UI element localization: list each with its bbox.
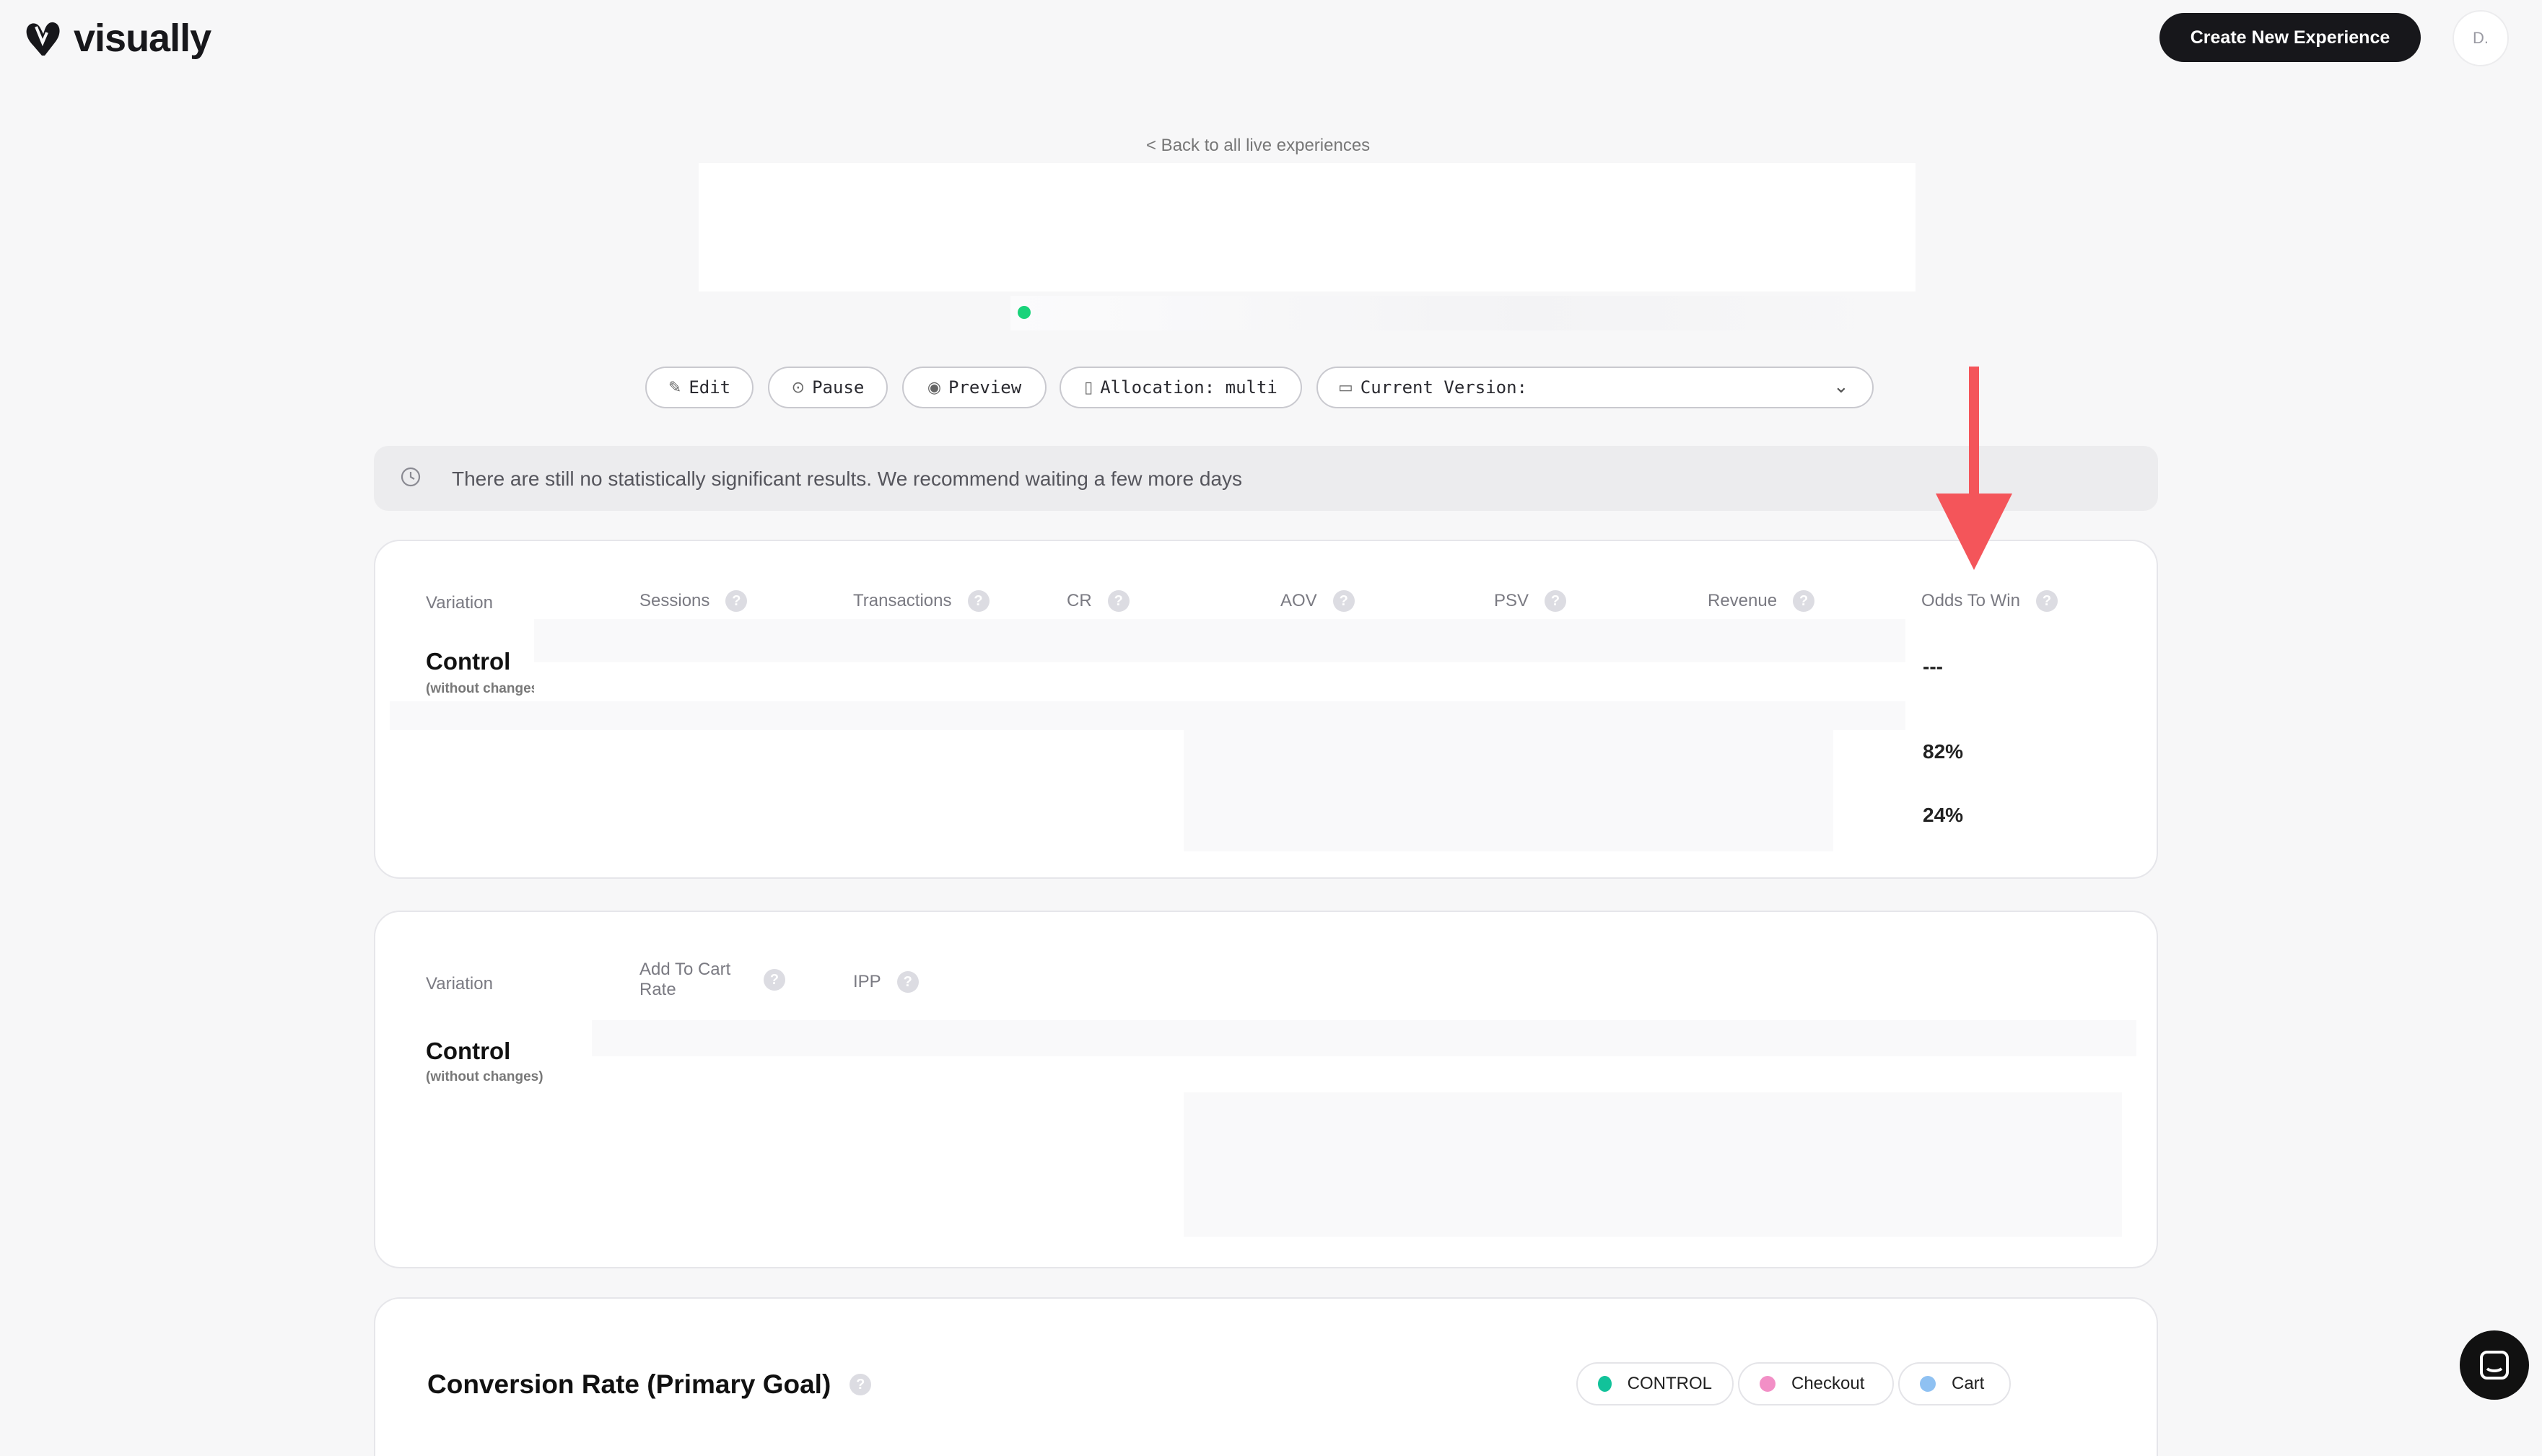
chat-icon — [2480, 1351, 2509, 1380]
preview-button[interactable]: ◉ Preview — [902, 367, 1047, 408]
significance-notice: There are still no statistically signifi… — [374, 446, 2158, 511]
eye-icon: ◉ — [927, 378, 942, 396]
legend-dot — [1920, 1376, 1936, 1392]
legend-label: Cart — [1952, 1374, 1985, 1393]
control-row-name: Control — [426, 648, 511, 675]
legend-label: Checkout — [1791, 1374, 1865, 1393]
column-cr: CR? — [1067, 590, 1130, 612]
column-sessions: Sessions? — [639, 590, 748, 612]
live-status-dot — [1018, 306, 1031, 319]
annotation-arrow-icon — [1936, 367, 2012, 570]
edit-button[interactable]: ✎ Edit — [645, 367, 754, 408]
legend-checkout[interactable]: Checkout — [1738, 1362, 1894, 1405]
column-label: IPP — [853, 972, 881, 991]
column-odds-to-win: Odds To Win? — [1921, 590, 2058, 612]
odds-to-win-variation-2: 24% — [1923, 804, 1964, 826]
visually-logo[interactable]: visually — [23, 16, 211, 61]
pause-button[interactable]: ⊙ Pause — [768, 367, 888, 408]
chat-launcher-button[interactable] — [2460, 1330, 2529, 1400]
pause-icon: ⊙ — [791, 378, 805, 396]
redacted-row — [592, 1020, 2136, 1056]
chevron-down-icon[interactable]: ⌄ — [1833, 375, 1849, 398]
allocation-button[interactable]: ▯ Allocation: multi — [1060, 367, 1302, 408]
allocation-label: Allocation: multi — [1100, 377, 1277, 398]
create-new-experience-button[interactable]: Create New Experience — [2159, 13, 2421, 62]
logo-text: visually — [74, 17, 211, 60]
experience-title-area — [699, 163, 1916, 291]
secondary-metrics-card: Variation Add To Cart Rate? IPP? Control… — [374, 911, 2158, 1268]
column-label: AOV — [1280, 591, 1317, 610]
help-icon[interactable]: ? — [849, 1374, 872, 1395]
edit-label: Edit — [689, 377, 731, 398]
redacted-row — [1184, 1092, 2122, 1237]
experience-status-line — [1010, 296, 1877, 330]
column-label: PSV — [1494, 591, 1529, 610]
help-icon[interactable]: ? — [967, 590, 990, 612]
column-psv: PSV? — [1494, 590, 1567, 612]
back-to-experiences-link[interactable]: < Back to all live experiences — [1146, 136, 1370, 156]
legend-dot — [1760, 1376, 1776, 1392]
column-label: Add To Cart Rate — [639, 960, 731, 999]
column-variation: Variation — [426, 974, 493, 994]
chart-title: Conversion Rate (Primary Goal) ? — [427, 1369, 872, 1400]
column-label: Odds To Win — [1921, 591, 2020, 610]
column-transactions: Transactions? — [853, 590, 990, 612]
clock-icon — [401, 467, 421, 487]
column-label: Transactions — [853, 591, 952, 610]
metrics-table-card: Variation Sessions? Transactions? CR? AO… — [374, 540, 2158, 879]
column-label: Variation — [426, 593, 493, 613]
odds-to-win-variation-1: 82% — [1923, 740, 1964, 763]
legend-control[interactable]: CONTROL — [1576, 1362, 1734, 1405]
column-label: Revenue — [1708, 591, 1778, 610]
avatar[interactable]: D. — [2453, 10, 2509, 66]
help-icon[interactable]: ? — [1545, 590, 1567, 612]
column-label: Sessions — [639, 591, 710, 610]
help-icon[interactable]: ? — [1107, 590, 1130, 612]
chart-title-text: Conversion Rate (Primary Goal) — [427, 1369, 831, 1399]
column-add-to-cart-rate: Add To Cart Rate? — [639, 960, 785, 1000]
column-label: CR — [1067, 591, 1092, 610]
calendar-icon: ▭ — [1338, 378, 1353, 396]
help-icon[interactable]: ? — [725, 590, 748, 612]
notice-text: There are still no statistically signifi… — [452, 468, 1243, 490]
heart-logo-icon — [26, 22, 60, 56]
legend-label: CONTROL — [1627, 1374, 1712, 1393]
preview-label: Preview — [948, 377, 1022, 398]
allocation-icon: ▯ — [1084, 378, 1093, 396]
help-icon[interactable]: ? — [896, 971, 919, 993]
redacted-row — [534, 619, 1905, 662]
legend-dot — [1598, 1376, 1612, 1392]
pencil-icon: ✎ — [668, 378, 682, 396]
help-icon[interactable]: ? — [2035, 590, 2058, 612]
column-variation: Variation — [426, 593, 493, 613]
pause-label: Pause — [812, 377, 865, 398]
help-icon[interactable]: ? — [1332, 590, 1355, 612]
help-icon[interactable]: ? — [1793, 590, 1815, 612]
odds-to-win-control: --- — [1923, 655, 1943, 677]
control-row-subtitle: (without changes) — [426, 1069, 543, 1084]
redacted-row — [1184, 707, 1833, 851]
conversion-rate-card: Conversion Rate (Primary Goal) ? CONTROL… — [374, 1297, 2158, 1456]
current-version-label: Current Version: — [1360, 377, 1527, 398]
column-aov: AOV? — [1280, 590, 1355, 612]
column-label: Variation — [426, 974, 493, 994]
column-ipp: IPP? — [853, 971, 919, 993]
version-value-field[interactable] — [1533, 369, 1827, 407]
control-row-subtitle: (without changes) — [426, 681, 534, 696]
column-revenue: Revenue? — [1708, 590, 1815, 612]
control-row-name: Control — [426, 1038, 511, 1064]
legend-cart[interactable]: Cart — [1898, 1362, 2011, 1405]
help-icon[interactable]: ? — [764, 969, 785, 991]
